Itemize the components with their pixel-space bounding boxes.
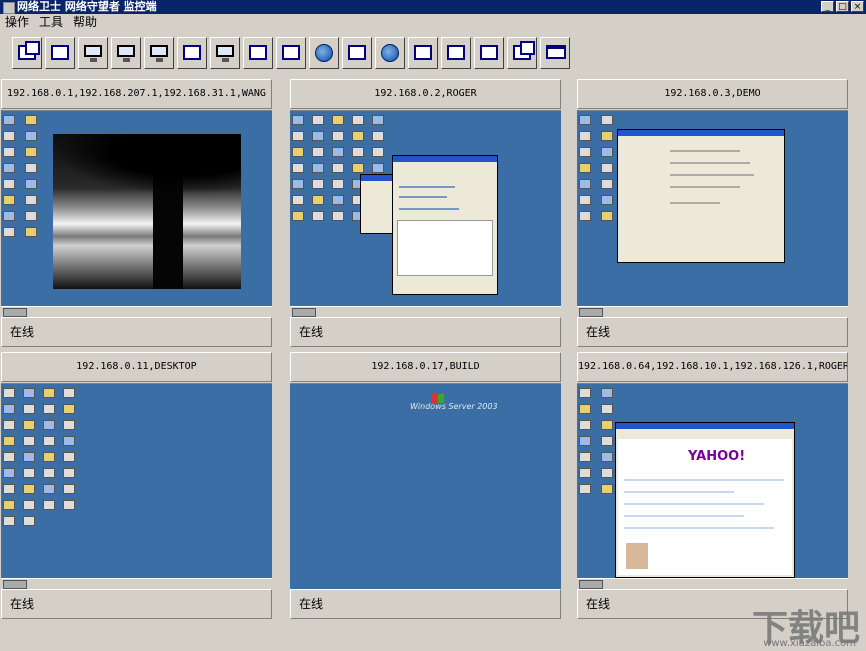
taskbar bbox=[290, 306, 561, 317]
toolbar-button-globe-2[interactable] bbox=[375, 37, 405, 69]
window-title: 网络卫士 网络守望者 监控端 bbox=[17, 0, 157, 13]
panel-status: 在线 bbox=[577, 317, 848, 347]
remote-screen-thumbnail[interactable] bbox=[577, 110, 848, 317]
toolbar-button-window-6[interactable] bbox=[474, 37, 504, 69]
toolbar-button-multi-screen[interactable] bbox=[12, 37, 42, 69]
toolbar-button-window-4[interactable] bbox=[408, 37, 438, 69]
menu-bar: 操作 工具 帮助 bbox=[0, 14, 866, 31]
panel-status: 在线 bbox=[290, 589, 561, 619]
panel-host-label: 192.168.0.3,DEMO bbox=[577, 79, 848, 109]
window-icon bbox=[480, 45, 498, 60]
window-icon bbox=[282, 45, 300, 60]
toolbar-button-window-3[interactable] bbox=[276, 37, 306, 69]
panel-host-label: 192.168.0.2,ROGER bbox=[290, 79, 561, 109]
multi-screen-icon bbox=[18, 41, 40, 60]
toolbar-button-globe-1[interactable] bbox=[309, 37, 339, 69]
toolbar-button-monitor-3[interactable] bbox=[144, 37, 174, 69]
title-bar: 网络卫士 网络守望者 监控端 _ □ × bbox=[0, 0, 866, 14]
taskbar bbox=[1, 578, 272, 589]
boot-screen-text: Windows Server 2003 bbox=[410, 402, 498, 411]
remote-screen-thumbnail[interactable] bbox=[1, 110, 272, 317]
browser-window: YAHOO! bbox=[615, 422, 795, 578]
toolbar-button-window-5[interactable] bbox=[441, 37, 471, 69]
toolbar-button-monitor-4[interactable] bbox=[210, 37, 240, 69]
panel-status: 在线 bbox=[1, 589, 272, 619]
toolbar-button-window-2[interactable] bbox=[243, 37, 273, 69]
close-button[interactable]: × bbox=[851, 1, 864, 12]
toolbar-button-network[interactable] bbox=[342, 37, 372, 69]
toolbar-button-monitor-2[interactable] bbox=[111, 37, 141, 69]
remote-screen-thumbnail[interactable] bbox=[290, 110, 561, 317]
watermark-url: www.xiazaiba.com bbox=[763, 638, 856, 649]
window-icon bbox=[249, 45, 267, 60]
window-icon bbox=[447, 45, 465, 60]
remote-screen-thumbnail[interactable]: YAHOO! bbox=[577, 383, 848, 589]
toolbar-button-blank-window[interactable] bbox=[540, 37, 570, 69]
globe-icon bbox=[381, 44, 399, 62]
taskbar bbox=[577, 578, 848, 589]
app-icon bbox=[3, 2, 15, 14]
desktop-icons bbox=[3, 388, 83, 568]
network-icon bbox=[348, 45, 366, 60]
blank-window-icon bbox=[546, 45, 566, 59]
monitor-icon bbox=[84, 45, 102, 62]
toolbar-button-multi-window[interactable] bbox=[507, 37, 537, 69]
globe-icon bbox=[315, 44, 333, 62]
panel-host-label: 192.168.0.17,BUILD bbox=[290, 352, 561, 382]
yahoo-logo: YAHOO! bbox=[688, 449, 746, 464]
maximize-button[interactable]: □ bbox=[836, 1, 849, 12]
toolbar-button-monitor-1[interactable] bbox=[78, 37, 108, 69]
taskbar bbox=[577, 306, 848, 317]
remote-screen-thumbnail[interactable]: Windows Server 2003 bbox=[290, 383, 561, 589]
desktop-icons bbox=[3, 115, 51, 295]
menu-tools[interactable]: 工具 bbox=[34, 14, 68, 31]
application-window bbox=[617, 129, 785, 263]
monitor-icon bbox=[216, 45, 234, 62]
taskbar bbox=[1, 306, 272, 317]
panel-status: 在线 bbox=[290, 317, 561, 347]
menu-help[interactable]: 帮助 bbox=[68, 14, 102, 31]
monitor-icon bbox=[150, 45, 168, 62]
monitor-icon bbox=[117, 45, 135, 62]
panel-status: 在线 bbox=[1, 317, 272, 347]
boot-screen-logo: Windows Server 2003 bbox=[410, 394, 498, 411]
multi-window-icon bbox=[513, 41, 535, 60]
toolbar bbox=[0, 32, 866, 74]
wallpaper-photo bbox=[53, 134, 241, 289]
panel-host-label: 192.168.0.11,DESKTOP bbox=[1, 352, 272, 382]
toolbar-button-back[interactable] bbox=[45, 37, 75, 69]
window-icon bbox=[414, 45, 432, 60]
panel-host-label: 192.168.0.1,192.168.207.1,192.168.31.1,W… bbox=[1, 79, 272, 109]
minimize-button[interactable]: _ bbox=[821, 1, 834, 12]
panel-host-label: 192.168.0.64,192.168.10.1,192.168.126.1,… bbox=[577, 352, 848, 382]
windows-flag-icon bbox=[432, 394, 444, 403]
toolbar-button-window-1[interactable] bbox=[177, 37, 207, 69]
menu-operate[interactable]: 操作 bbox=[0, 14, 34, 31]
remote-screen-thumbnail[interactable] bbox=[1, 383, 272, 589]
window-icon bbox=[183, 45, 201, 60]
back-folder-icon bbox=[51, 45, 69, 60]
explorer-window bbox=[392, 155, 498, 295]
